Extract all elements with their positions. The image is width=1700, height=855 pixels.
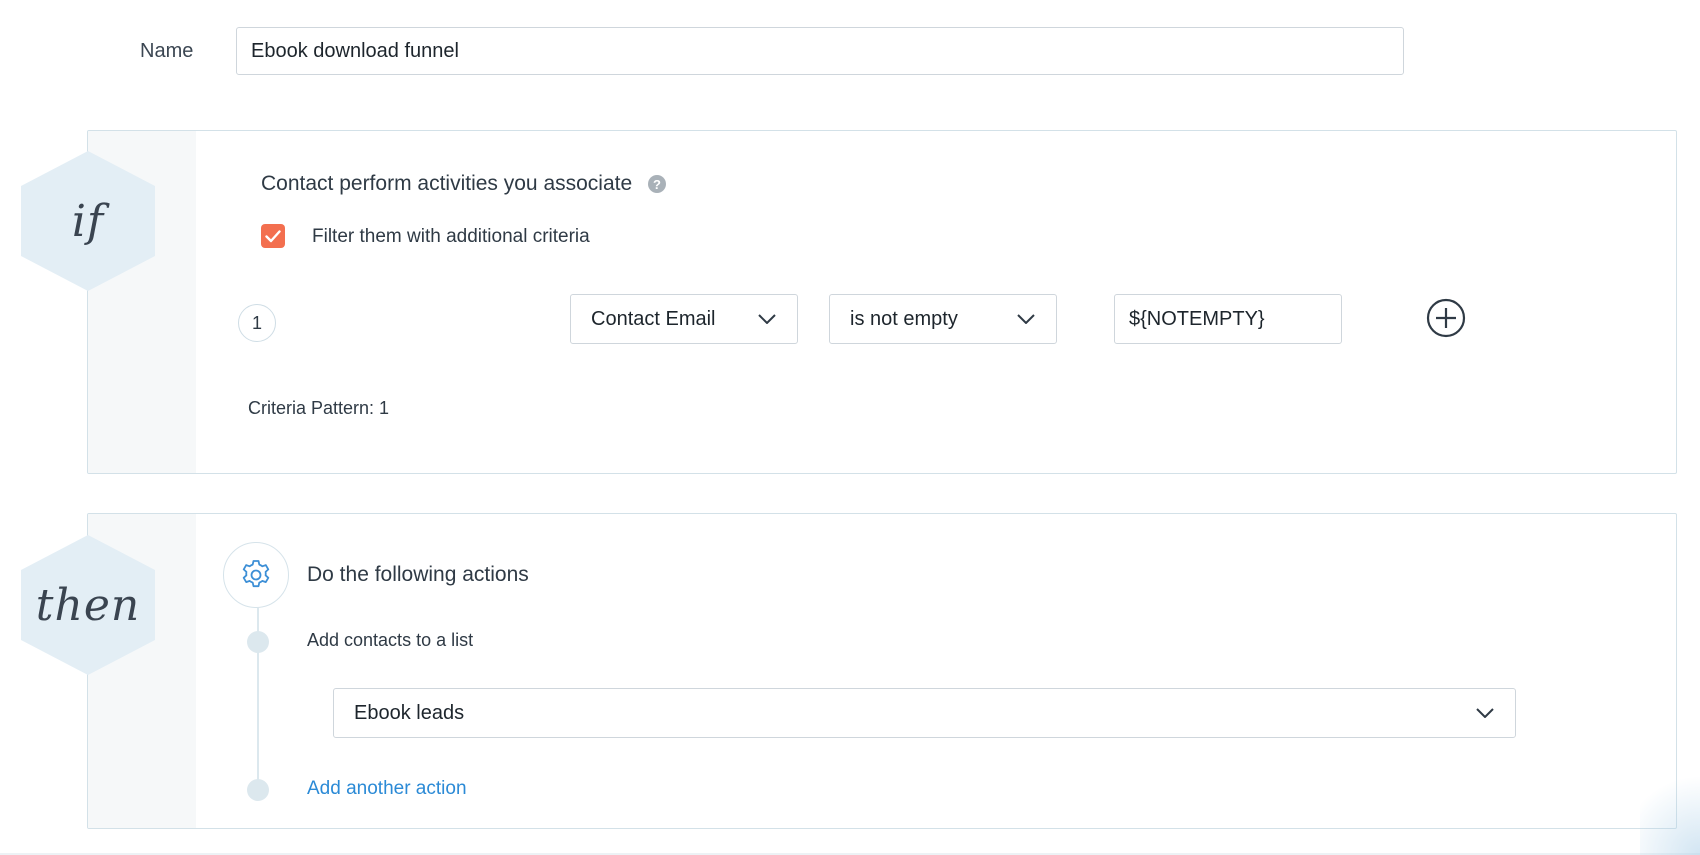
- gear-icon: [242, 560, 270, 588]
- chevron-down-icon: [1475, 707, 1495, 719]
- then-section-title: Do the following actions: [307, 563, 529, 586]
- criteria-row-number: 1: [238, 304, 276, 342]
- actions-gear-badge: [223, 542, 289, 608]
- chevron-down-icon: [1016, 313, 1036, 325]
- criteria-operator-value: is not empty: [850, 307, 958, 330]
- criteria-value-input[interactable]: [1114, 294, 1342, 344]
- criteria-operator-dropdown[interactable]: is not empty: [829, 294, 1057, 344]
- contact-list-value: Ebook leads: [354, 701, 465, 724]
- name-label: Name: [140, 40, 194, 62]
- question-circle-icon[interactable]: ?: [648, 175, 666, 193]
- criteria-field-dropdown[interactable]: Contact Email: [570, 294, 798, 344]
- then-hex-label: then: [35, 579, 141, 631]
- action-label: Add contacts to a list: [307, 630, 474, 650]
- filter-criteria-label: Filter them with additional criteria: [312, 226, 590, 247]
- timeline-dot: [247, 779, 269, 801]
- checkmark-icon: [265, 229, 281, 242]
- contact-list-dropdown[interactable]: Ebook leads: [333, 688, 1516, 738]
- plus-circle-icon[interactable]: [1426, 298, 1466, 338]
- if-hex-label: if: [71, 195, 105, 247]
- add-another-action-link[interactable]: Add another action: [307, 778, 467, 800]
- chevron-down-icon: [757, 313, 777, 325]
- criteria-field-value: Contact Email: [591, 307, 716, 330]
- criteria-pattern: Criteria Pattern: 1: [248, 398, 390, 418]
- timeline-dot: [247, 631, 269, 653]
- corner-decoration: [1640, 760, 1700, 855]
- if-section-title: Contact perform activities you associate: [261, 172, 633, 195]
- filter-criteria-checkbox[interactable]: [261, 224, 285, 248]
- name-input[interactable]: [236, 27, 1404, 75]
